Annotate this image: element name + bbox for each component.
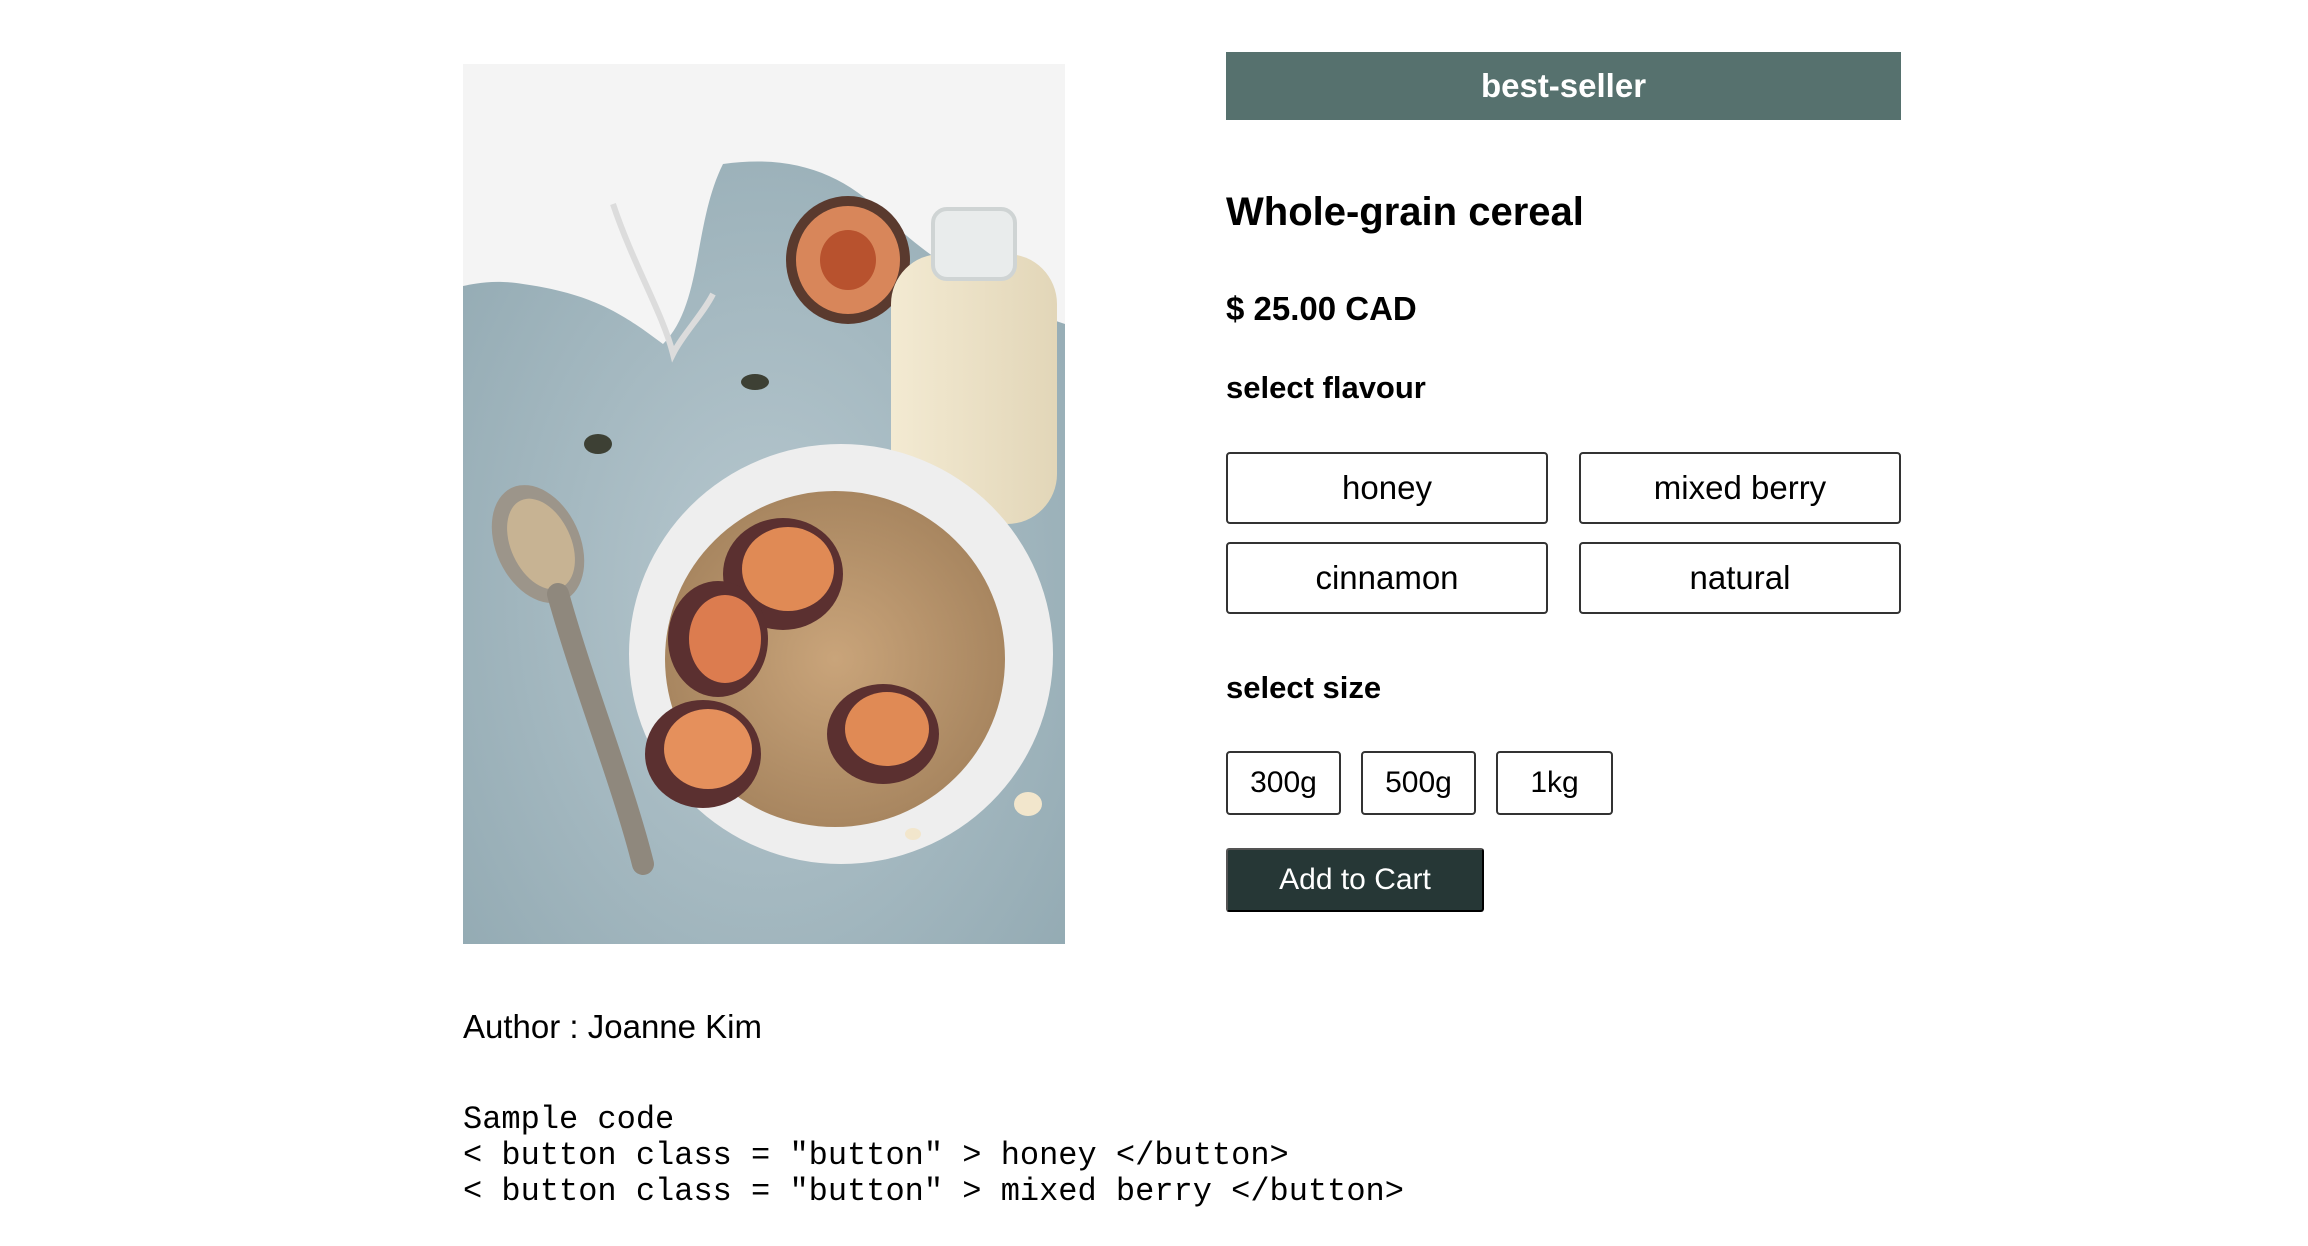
author-credit: Author : Joanne Kim [463,1008,762,1045]
best-seller-badge: best-seller [1226,52,1901,120]
code-line: Sample code [463,1101,675,1138]
size-label: select size [1226,670,1382,705]
product-price: $ 25.00 CAD [1226,290,1417,327]
size-500g-button[interactable]: 500g [1361,751,1476,815]
flavour-options: honey mixed berry cinnamon natural [1226,452,1901,614]
code-line: < button class = "button" > mixed berry … [463,1173,1404,1210]
product-title: Whole-grain cereal [1226,190,1584,234]
size-options: 300g 500g 1kg [1226,751,1613,815]
code-line: < button class = "button" > honey </butt… [463,1137,1289,1174]
size-1kg-button[interactable]: 1kg [1496,751,1613,815]
product-image [463,64,1065,944]
flavour-cinnamon-button[interactable]: cinnamon [1226,542,1548,614]
flavour-honey-button[interactable]: honey [1226,452,1548,524]
flavour-natural-button[interactable]: natural [1579,542,1901,614]
size-300g-button[interactable]: 300g [1226,751,1341,815]
add-to-cart-button[interactable]: Add to Cart [1226,848,1484,912]
flavour-label: select flavour [1226,370,1426,405]
sample-code: Sample code < button class = "button" > … [463,1102,1404,1210]
flavour-mixed-berry-button[interactable]: mixed berry [1579,452,1901,524]
